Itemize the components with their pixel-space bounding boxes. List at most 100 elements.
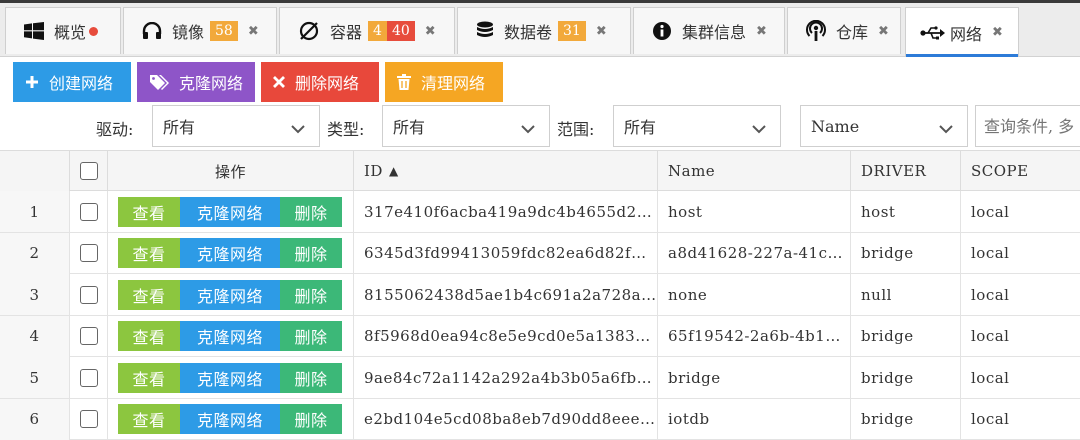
row-number: 1 xyxy=(0,191,70,232)
delete-row-button[interactable]: 删除 xyxy=(280,363,342,393)
close-icon[interactable]: ✖ xyxy=(992,25,1003,40)
tab-network[interactable]: 网络 ✖ xyxy=(905,7,1019,57)
network-driver: bridge xyxy=(851,233,961,274)
row-number: 4 xyxy=(0,316,70,357)
delete-row-button[interactable]: 删除 xyxy=(280,280,342,310)
clone-network-row-button[interactable]: 克隆网络 xyxy=(180,197,280,227)
clean-network-button[interactable]: 清理网络 xyxy=(385,62,503,102)
network-scope: local xyxy=(961,357,1080,398)
button-label: 克隆网络 xyxy=(179,70,243,94)
row-checkbox[interactable] xyxy=(80,244,98,262)
clone-network-row-button[interactable]: 克隆网络 xyxy=(180,238,280,268)
chevron-down-icon xyxy=(939,119,953,138)
ops-header: 操作 xyxy=(108,151,354,191)
tab-bar: 概览 镜像 58 ✖ 容器 4 40 ✖ 数据卷 31 ✖ 集群信息 ✖ xyxy=(0,3,1080,57)
tab-containers[interactable]: 容器 4 40 ✖ xyxy=(279,7,455,54)
type-select[interactable]: 所有 xyxy=(382,105,550,147)
active-tab-indicator xyxy=(906,54,1018,57)
view-button[interactable]: 查看 xyxy=(118,197,180,227)
row-select-cell xyxy=(70,399,108,440)
count-badge: 58 xyxy=(210,21,238,41)
tab-repository[interactable]: 仓库 ✖ xyxy=(787,7,901,54)
status-dot xyxy=(89,27,98,36)
network-name: iotdb xyxy=(658,399,851,440)
delete-row-button[interactable]: 删除 xyxy=(280,238,342,268)
delete-row-button[interactable]: 删除 xyxy=(280,404,342,434)
table-row: 3查看克隆网络删除8155062438d5ae1b4c691a2a728a…no… xyxy=(0,274,1080,316)
name-header[interactable]: Name xyxy=(658,151,851,191)
headphones-icon xyxy=(142,22,162,40)
chevron-down-icon xyxy=(291,119,305,138)
tab-label: 概览 xyxy=(54,19,86,43)
select-value: Name xyxy=(811,117,859,136)
select-all-checkbox[interactable] xyxy=(80,162,98,180)
trash-icon xyxy=(397,74,411,90)
view-button[interactable]: 查看 xyxy=(118,321,180,351)
scope-filter-label: 范围: xyxy=(557,116,594,140)
network-name: a8d41628-227a-41c… xyxy=(658,233,851,274)
table-row: 6查看克隆网络删除e2bd104e5cd08ba8eb7d90dd8eee…io… xyxy=(0,399,1080,440)
network-driver: null xyxy=(851,274,961,315)
select-all-cell xyxy=(70,151,108,191)
id-header[interactable]: ID ▲ xyxy=(354,151,658,191)
tab-cluster[interactable]: 集群信息 ✖ xyxy=(633,7,785,54)
close-icon[interactable]: ✖ xyxy=(596,24,607,39)
scope-select[interactable]: 所有 xyxy=(613,105,781,147)
count-badge: 31 xyxy=(558,21,586,41)
close-icon[interactable]: ✖ xyxy=(248,24,259,39)
clone-network-button[interactable]: 克隆网络 xyxy=(137,62,255,102)
type-filter-label: 类型: xyxy=(327,116,364,140)
clone-network-row-button[interactable]: 克隆网络 xyxy=(180,321,280,351)
network-id: 9ae84c72a1142a292a4b3b05a6fb… xyxy=(354,357,658,398)
view-button[interactable]: 查看 xyxy=(118,363,180,393)
network-scope: local xyxy=(961,399,1080,440)
delete-network-button[interactable]: 删除网络 xyxy=(261,62,379,102)
select-value: 所有 xyxy=(163,114,195,138)
scope-header[interactable]: SCOPE xyxy=(961,151,1080,191)
row-number: 6 xyxy=(0,399,70,440)
network-id: 8155062438d5ae1b4c691a2a728a… xyxy=(354,274,658,315)
network-name: none xyxy=(658,274,851,315)
clone-network-row-button[interactable]: 克隆网络 xyxy=(180,404,280,434)
view-button[interactable]: 查看 xyxy=(118,404,180,434)
network-scope: local xyxy=(961,233,1080,274)
row-select-cell xyxy=(70,191,108,232)
delete-row-button[interactable]: 删除 xyxy=(280,197,342,227)
driver-filter-label: 驱动: xyxy=(96,116,133,140)
row-ops-cell: 查看克隆网络删除 xyxy=(108,233,354,274)
tab-images[interactable]: 镜像 58 ✖ xyxy=(123,7,277,54)
chevron-down-icon xyxy=(752,119,766,138)
row-ops-cell: 查看克隆网络删除 xyxy=(108,316,354,357)
view-button[interactable]: 查看 xyxy=(118,238,180,268)
clone-network-row-button[interactable]: 克隆网络 xyxy=(180,363,280,393)
total-count-badge: 40 xyxy=(387,21,415,41)
tab-label: 网络 xyxy=(950,21,982,45)
driver-header[interactable]: DRIVER xyxy=(851,151,961,191)
row-checkbox[interactable] xyxy=(80,327,98,345)
table-row: 2查看克隆网络删除6345d3fd99413059fdc82ea6d82f…a8… xyxy=(0,233,1080,275)
row-select-cell xyxy=(70,233,108,274)
row-checkbox[interactable] xyxy=(80,286,98,304)
clone-network-row-button[interactable]: 克隆网络 xyxy=(180,280,280,310)
close-icon[interactable]: ✖ xyxy=(878,24,889,39)
tab-label: 镜像 xyxy=(172,19,204,43)
row-checkbox[interactable] xyxy=(80,410,98,428)
row-ops-cell: 查看克隆网络删除 xyxy=(108,274,354,315)
close-icon[interactable]: ✖ xyxy=(756,24,767,39)
network-scope: local xyxy=(961,191,1080,232)
view-button[interactable]: 查看 xyxy=(118,280,180,310)
search-field-select[interactable]: Name xyxy=(800,105,968,147)
create-network-button[interactable]: 创建网络 xyxy=(13,62,131,102)
row-checkbox[interactable] xyxy=(80,369,98,387)
tab-label: 集群信息 xyxy=(682,19,746,43)
close-icon[interactable]: ✖ xyxy=(425,24,436,39)
row-select-cell xyxy=(70,357,108,398)
network-driver: bridge xyxy=(851,357,961,398)
tab-overview[interactable]: 概览 xyxy=(5,7,121,54)
tab-volumes[interactable]: 数据卷 31 ✖ xyxy=(457,7,631,54)
search-input[interactable] xyxy=(975,105,1080,147)
header-label: ID xyxy=(364,162,383,180)
driver-select[interactable]: 所有 xyxy=(152,105,320,147)
row-checkbox[interactable] xyxy=(80,203,98,221)
delete-row-button[interactable]: 删除 xyxy=(280,321,342,351)
